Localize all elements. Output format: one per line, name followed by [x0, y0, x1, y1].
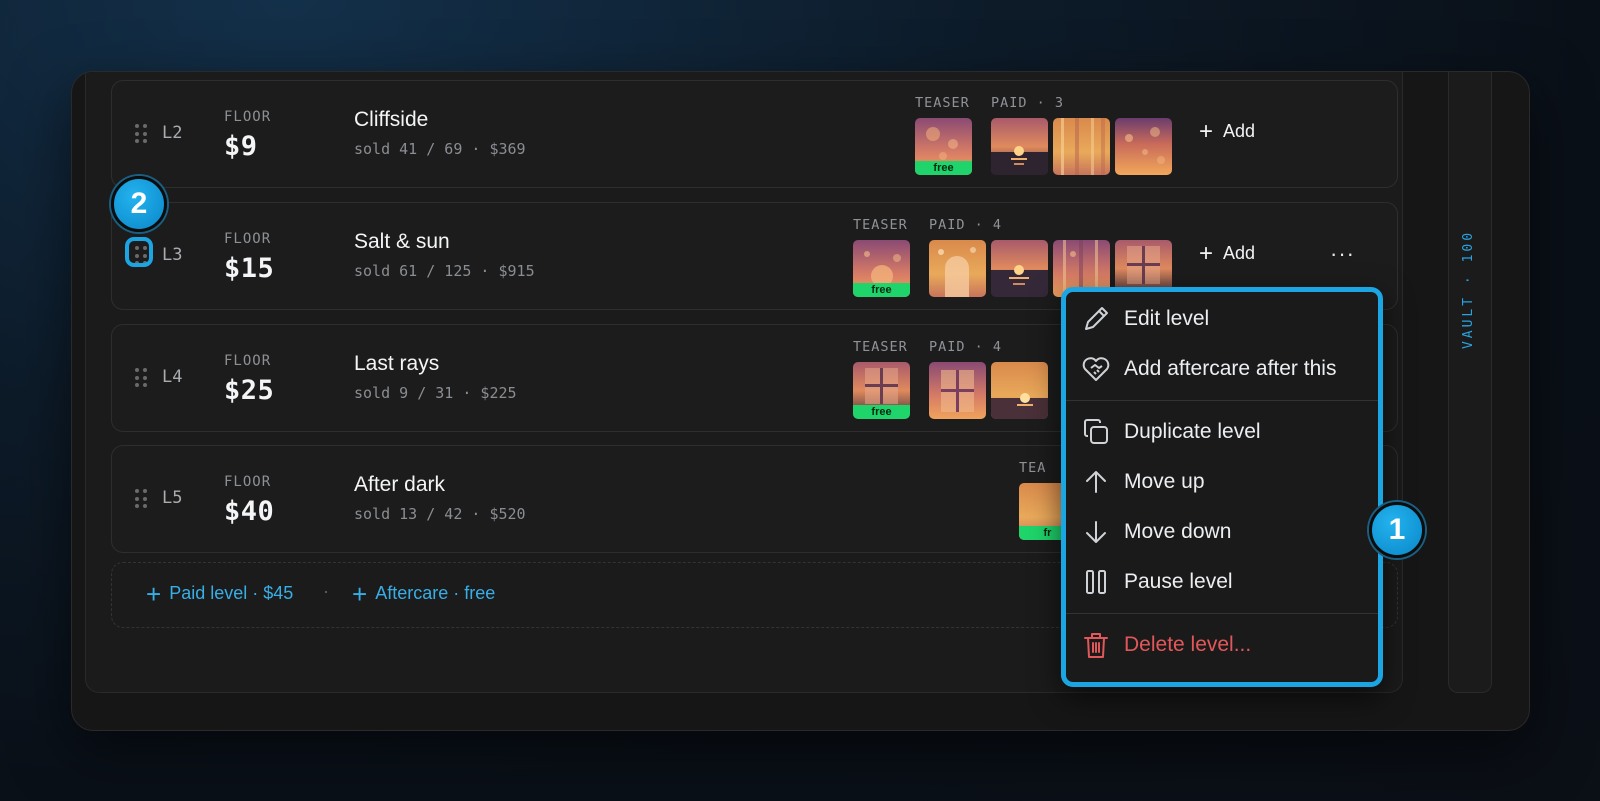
- floor-label: FLOOR: [224, 231, 272, 247]
- plus-icon: +: [1199, 239, 1214, 267]
- paid-thumbnail[interactable]: [1115, 118, 1172, 175]
- drag-handle-icon[interactable]: [125, 237, 153, 267]
- level-id: L4: [162, 367, 183, 387]
- teaser-thumbnail[interactable]: free: [915, 118, 972, 175]
- menu-item-move-down[interactable]: Move down: [1080, 513, 1231, 551]
- level-row-l2[interactable]: L2 FLOOR $9 Cliffside sold 41 / 69 · $36…: [111, 80, 1398, 188]
- level-sales: sold 9 / 31 · $225: [354, 384, 517, 402]
- level-id: L5: [162, 488, 183, 508]
- floor-label: FLOOR: [224, 474, 272, 490]
- paid-thumbnail[interactable]: [1053, 118, 1110, 175]
- menu-divider: [1066, 400, 1378, 401]
- pencil-icon: [1085, 307, 1108, 330]
- floor-price: $9: [224, 131, 258, 162]
- vault-rail: [1448, 72, 1492, 693]
- level-context-menu: Edit level Add aftercare after this Dupl…: [1061, 287, 1383, 687]
- menu-divider: [1066, 613, 1378, 614]
- teaser-label: TEASER: [853, 339, 908, 355]
- drag-handle-icon[interactable]: [134, 368, 148, 388]
- add-media-button[interactable]: + Add: [1199, 239, 1255, 267]
- menu-item-move-up[interactable]: Move up: [1080, 463, 1205, 501]
- floor-price: $25: [224, 375, 275, 406]
- arrow-up-icon: [1086, 471, 1106, 493]
- plus-icon: +: [352, 578, 368, 609]
- paid-thumbnail[interactable]: [991, 118, 1048, 175]
- arrow-down-icon: [1086, 521, 1106, 543]
- teaser-thumbnail[interactable]: free: [853, 240, 910, 297]
- heart-handshake-icon: [1082, 357, 1110, 381]
- paid-thumbnail[interactable]: [991, 362, 1048, 419]
- add-aftercare-button[interactable]: + Aftercare · free: [352, 578, 495, 609]
- floor-price: $40: [224, 496, 275, 527]
- menu-item-add-aftercare[interactable]: Add aftercare after this: [1080, 350, 1336, 388]
- level-sales: sold 13 / 42 · $520: [354, 505, 526, 523]
- free-badge: free: [915, 161, 972, 175]
- teaser-thumbnail[interactable]: free: [853, 362, 910, 419]
- free-badge: free: [853, 405, 910, 419]
- paid-thumbnail[interactable]: [929, 362, 986, 419]
- trash-icon: [1084, 633, 1108, 658]
- paid-label: PAID · 4: [929, 217, 1003, 233]
- more-options-button[interactable]: ···: [1330, 241, 1355, 267]
- pause-icon: [1086, 570, 1106, 594]
- separator: ·: [323, 581, 329, 601]
- teaser-label: TEASER: [853, 217, 908, 233]
- floor-label: FLOOR: [224, 109, 272, 125]
- drag-handle-icon[interactable]: [134, 124, 148, 144]
- level-sales: sold 41 / 69 · $369: [354, 140, 526, 158]
- add-paid-level-button[interactable]: + Paid level · $45: [146, 578, 293, 609]
- teaser-label: TEA: [1019, 460, 1047, 476]
- paid-label: PAID · 3: [991, 95, 1065, 111]
- floor-price: $15: [224, 253, 275, 284]
- callout-badge-2: 2: [111, 176, 167, 232]
- plus-icon: +: [146, 578, 162, 609]
- level-name: Cliffside: [354, 108, 429, 131]
- menu-item-edit-level[interactable]: Edit level: [1080, 300, 1209, 338]
- level-name: After dark: [354, 473, 446, 496]
- paid-thumbnail[interactable]: [991, 240, 1048, 297]
- copy-icon: [1084, 419, 1108, 444]
- menu-item-pause-level[interactable]: Pause level: [1080, 563, 1233, 601]
- floor-label: FLOOR: [224, 353, 272, 369]
- menu-item-delete-level[interactable]: Delete level...: [1080, 626, 1251, 664]
- vault-rail-label: VAULT · 100: [1461, 229, 1477, 349]
- add-media-button[interactable]: + Add: [1199, 117, 1255, 145]
- drag-handle-icon[interactable]: [134, 489, 148, 509]
- level-name: Salt & sun: [354, 230, 450, 253]
- menu-item-duplicate-level[interactable]: Duplicate level: [1080, 413, 1261, 451]
- paid-label: PAID · 4: [929, 339, 1003, 355]
- level-id: L3: [162, 245, 183, 265]
- callout-badge-1: 1: [1369, 502, 1425, 558]
- level-id: L2: [162, 123, 183, 143]
- plus-icon: +: [1199, 117, 1214, 145]
- paid-thumbnail[interactable]: [929, 240, 986, 297]
- teaser-label: TEASER: [915, 95, 970, 111]
- free-badge: free: [853, 283, 910, 297]
- level-sales: sold 61 / 125 · $915: [354, 262, 535, 280]
- level-name: Last rays: [354, 352, 440, 375]
